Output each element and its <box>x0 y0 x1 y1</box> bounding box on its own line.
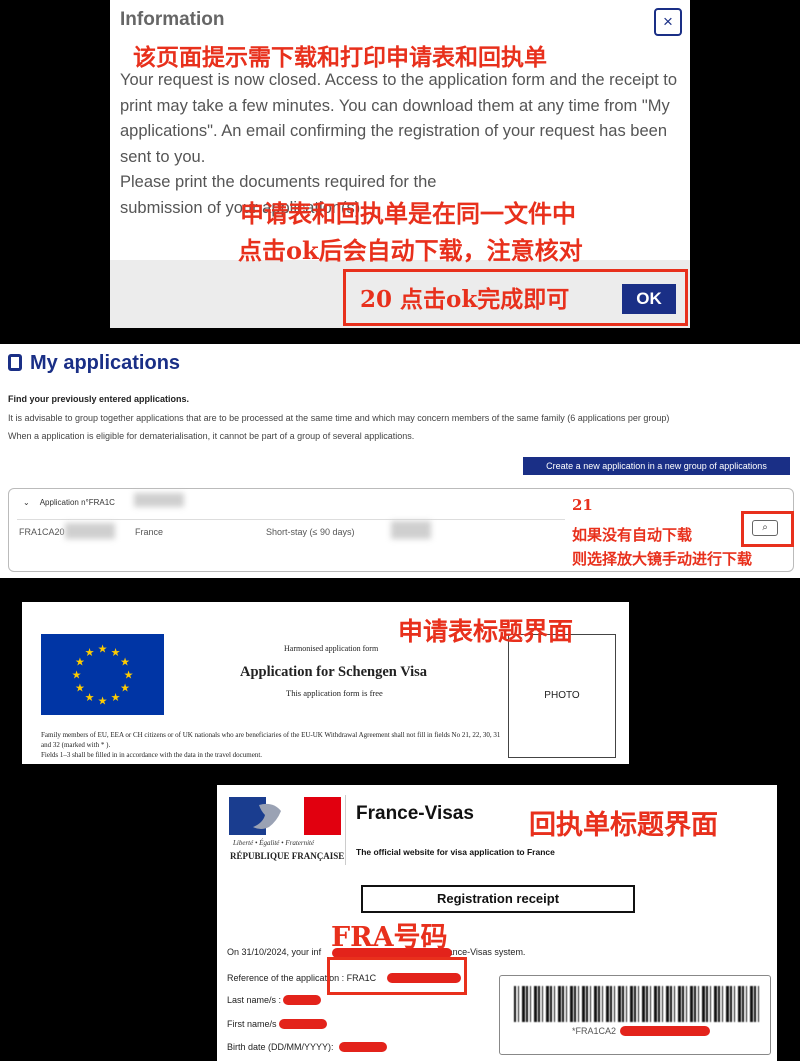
redaction <box>620 1026 710 1036</box>
family-note: Family members of EU, EEA or CH citizens… <box>41 731 501 749</box>
schengen-form-header: ★ ★ ★ ★ ★ ★ ★ ★ ★ ★ ★ ★ Harmonised application form… <box>22 602 629 764</box>
brand-title: France-Visas <box>356 803 474 824</box>
birth-date-line: Birth date (DD/MM/YYYY): <box>227 1042 334 1052</box>
annotation-fra-number: FRA号码 <box>331 922 448 953</box>
registration-receipt: Liberté • Égalité • Fraternité RÉPUBLIQU… <box>217 785 777 1061</box>
star-icon: ★ <box>120 683 130 695</box>
row-reference: FRA1CA20 <box>19 527 65 537</box>
annotation-step-20: 20 点击ok完成即可 <box>360 286 570 313</box>
page-title: My applications <box>8 352 180 375</box>
info-line-1: It is advisable to group together applic… <box>8 413 670 423</box>
group-header[interactable]: ⌄ Application n°FRA1C <box>23 498 115 507</box>
photo-box: PHOTO <box>508 634 616 758</box>
star-icon: ★ <box>124 670 134 682</box>
row-type: Short-stay (≤ 90 days) <box>266 527 355 537</box>
free-note: This application form is free <box>286 688 383 698</box>
star-icon: ★ <box>85 647 95 659</box>
documents-icon <box>8 354 22 371</box>
row-country: France <box>135 527 164 537</box>
ok-button[interactable]: OK <box>622 284 676 314</box>
annotation-box-fra <box>327 957 467 995</box>
annotation-receipt-title: 回执单标题界面 <box>529 810 718 841</box>
first-name-line: First name/s <box>227 1019 277 1029</box>
annotation-top: 该页面提示需下载和打印申请表和回执单 <box>133 44 547 71</box>
close-icon[interactable]: × <box>654 8 682 36</box>
star-icon: ★ <box>98 644 108 656</box>
page-title-text: My applications <box>30 352 181 374</box>
annotation-mid-2: 点击ok后会自动下载，注意核对 <box>238 236 583 265</box>
annotation-step-21: 21 <box>572 496 593 514</box>
annotation-form-title: 申请表标题界面 <box>398 617 574 646</box>
republic-label: RÉPUBLIQUE FRANÇAISE <box>230 851 345 861</box>
star-icon: ★ <box>85 692 95 704</box>
annotation-line-1: 如果没有自动下载 <box>572 526 693 544</box>
barcode-text: *FRA1CA2 <box>572 1026 617 1036</box>
last-name-line: Last name/s : <box>227 995 282 1005</box>
redaction <box>283 995 321 1005</box>
date-line-end: France-Visas system. <box>439 947 526 957</box>
star-icon: ★ <box>98 696 108 708</box>
star-icon: ★ <box>75 683 85 695</box>
marianne-logo <box>229 797 341 835</box>
fields-note: Fields 1–3 shall be filled in in accorda… <box>41 751 263 759</box>
annotation-mid-1: 申请表和回执单是在同一文件中 <box>240 199 576 228</box>
star-icon: ★ <box>75 657 85 669</box>
dialog-paragraph-1: Your request is now closed. Access to th… <box>120 71 678 166</box>
group-header-label: Application n°FRA1C <box>39 498 115 507</box>
harmonised-label: Harmonised application form <box>284 644 379 653</box>
info-line-2: When a application is eligible for demat… <box>8 431 415 441</box>
redaction <box>134 493 184 507</box>
create-group-button[interactable]: Create a new application in a new group … <box>523 457 790 475</box>
redaction <box>279 1019 327 1029</box>
chevron-down-icon: ⌄ <box>23 498 30 507</box>
information-dialog: Information × Your request is now closed… <box>110 0 690 328</box>
eu-stars: ★ ★★★★★★★★★★★ <box>72 644 134 708</box>
barcode-bars <box>514 986 760 1022</box>
subtitle: Find your previously entered application… <box>8 394 190 404</box>
redaction <box>339 1042 387 1052</box>
annotation-box-search <box>741 511 794 547</box>
my-applications-panel: My applications Find your previously ent… <box>0 344 800 578</box>
star-icon: ★ <box>120 657 130 669</box>
motto: Liberté • Égalité • Fraternité <box>233 839 315 847</box>
redaction <box>65 523 115 539</box>
star-icon: ★ <box>72 670 82 682</box>
star-icon: ★ <box>111 692 121 704</box>
divider <box>17 519 565 520</box>
form-title: Application for Schengen Visa <box>240 664 428 680</box>
redaction <box>391 521 431 539</box>
divider <box>345 795 346 865</box>
barcode: *FRA1CA2 <box>499 975 771 1055</box>
star-icon: ★ <box>111 647 121 659</box>
annotation-line-2: 则选择放大镜手动进行下载 <box>572 550 753 568</box>
date-line-start: On 31/10/2024, your inf <box>227 947 322 957</box>
dialog-title: Information <box>120 9 225 30</box>
receipt-heading: Registration receipt <box>361 885 635 913</box>
eu-flag: ★ ★ ★ ★ ★ ★ ★ ★ ★ ★ ★ ★ <box>41 634 164 715</box>
brand-tagline: The official website for visa applicatio… <box>356 847 555 857</box>
